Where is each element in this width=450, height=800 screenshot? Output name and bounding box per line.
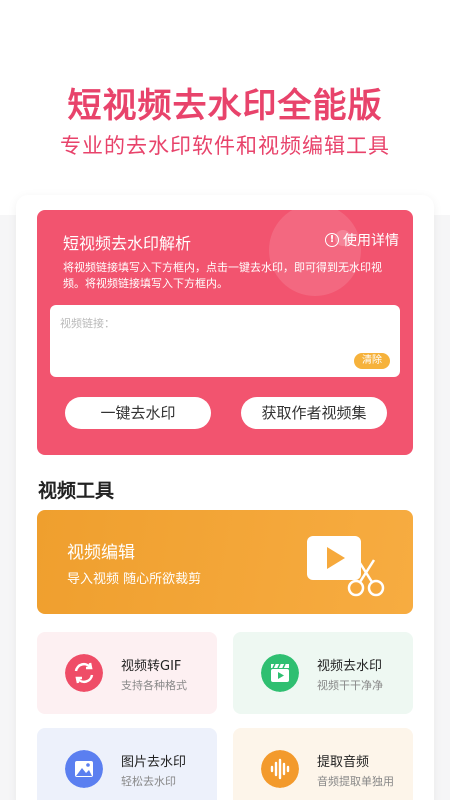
usage-details-link[interactable]: ! 使用详情	[325, 230, 399, 250]
tool-title: 视频转GIF	[121, 659, 182, 674]
video-edit-banner[interactable]: 视频编辑 导入视频 随心所欲裁剪	[37, 510, 413, 614]
remove-watermark-button[interactable]: 一键去水印	[65, 397, 211, 429]
video-link-box: 清除	[50, 305, 400, 377]
tool-title: 图片去水印	[121, 755, 187, 770]
video-scissors-icon	[307, 536, 385, 597]
video-edit-title: 视频编辑	[67, 543, 135, 563]
clapperboard-icon	[261, 654, 299, 692]
clear-button[interactable]: 清除	[354, 353, 390, 369]
video-edit-subtitle: 导入视频 随心所欲裁剪	[67, 572, 202, 587]
usage-details-label: 使用详情	[343, 233, 399, 249]
author-videos-button[interactable]: 获取作者视频集	[241, 397, 387, 429]
image-icon	[65, 750, 103, 788]
audio-wave-icon	[261, 750, 299, 788]
tool-video-to-gif[interactable]: 视频转GIF 支持各种格式	[37, 632, 217, 714]
app-subtitle: 专业的去水印软件和视频编辑工具	[60, 134, 390, 158]
tool-subtitle: 轻松去水印	[121, 775, 176, 788]
tool-title: 视频去水印	[317, 659, 383, 674]
refresh-icon	[65, 654, 103, 692]
hero-section: 短视频去水印全能版 专业的去水印软件和视频编辑工具	[0, 0, 450, 215]
tool-extract-audio[interactable]: 提取音频 音频提取单独用	[233, 728, 413, 800]
parse-description: 将视频链接填写入下方框内，点击一键去水印，即可得到无水印视频。将视频链接填写入下…	[63, 261, 382, 290]
tool-subtitle: 支持各种格式	[121, 679, 187, 692]
tool-image-watermark[interactable]: 图片去水印 轻松去水印	[37, 728, 217, 800]
parse-title: 短视频去水印解析	[63, 234, 192, 253]
video-link-input[interactable]	[60, 313, 340, 333]
tool-subtitle: 视频干干净净	[317, 679, 383, 692]
tool-title: 提取音频	[317, 755, 370, 770]
tool-subtitle: 音频提取单独用	[317, 775, 394, 788]
video-tools-heading: 视频工具	[38, 480, 115, 502]
app-title: 短视频去水印全能版	[67, 86, 383, 126]
watermark-parse-panel: 短视频去水印解析 ! 使用详情 将视频链接填写入下方框内，点击一键去水印，即可得…	[37, 210, 413, 455]
info-icon: !	[325, 233, 339, 247]
tool-video-watermark[interactable]: 视频去水印 视频干干净净	[233, 632, 413, 714]
